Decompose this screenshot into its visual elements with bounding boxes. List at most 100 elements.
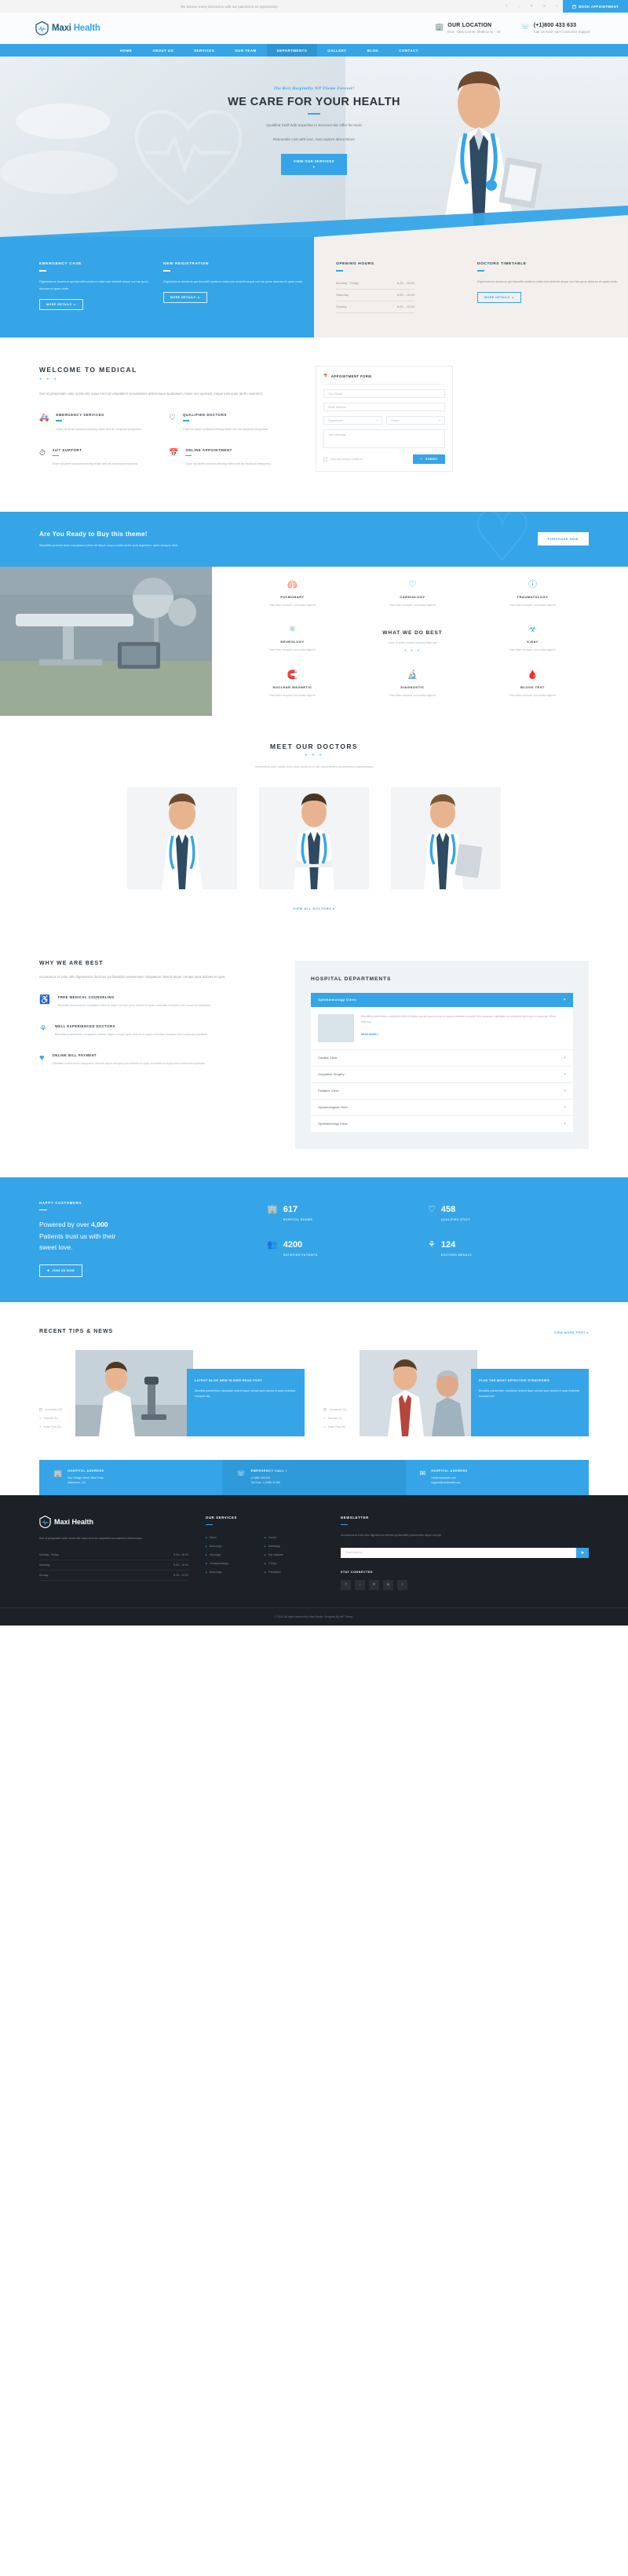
- list-item[interactable]: ▸ Prosthesis: [265, 1567, 323, 1576]
- emergency-case-more-details-button[interactable]: MORE DETAILS ▸: [39, 298, 83, 310]
- nav-item-departments[interactable]: DEPARTMENTS: [266, 44, 318, 57]
- accordion-item-pediatric-clinic[interactable]: Pediatric Clinic +: [311, 1082, 573, 1099]
- hero-subtitle-1: Qualified Staff With Expertise In Servic…: [266, 123, 362, 127]
- view-more-post-link[interactable]: VIEW MORE POST ▸: [554, 1331, 589, 1334]
- list-item[interactable]: ▸ X-Rays: [265, 1559, 323, 1567]
- book-appointment-button[interactable]: BOOK APPOINTMENT: [563, 0, 628, 13]
- list-item[interactable]: ▸ Neurology: [206, 1567, 265, 1576]
- read-more-link[interactable]: READ MORE ▸: [361, 1033, 378, 1036]
- list-item[interactable]: ▸ Transplantology: [206, 1559, 265, 1567]
- twitter-icon[interactable]: ᵥ: [513, 5, 525, 9]
- doctor-select[interactable]: Doctor ▾: [386, 416, 445, 425]
- list-item-label: Neurology: [209, 1570, 222, 1574]
- submit-button[interactable]: ✓ SUBMIT: [413, 454, 445, 464]
- operating-room-illustration: [0, 566, 212, 716]
- nav-item-services[interactable]: SERVICES: [184, 44, 225, 57]
- opening-hours-table: Monday - Friday 8.00 – 18.00 Saturday 8.00…: [336, 278, 471, 313]
- list-item[interactable]: ▸ Neurology: [206, 1542, 265, 1550]
- footer-logo[interactable]: Maxi Health: [39, 1515, 188, 1528]
- google-plus-icon[interactable]: ✕: [525, 4, 538, 9]
- nav-item-our-team[interactable]: OUR TEAM: [225, 44, 266, 57]
- google-plus-icon[interactable]: ✕: [369, 1579, 379, 1590]
- accordion-header-ophthalmology-open[interactable]: Ophthalmology Clinic +: [311, 992, 573, 1007]
- submit-label: SUBMIT: [425, 458, 438, 461]
- send-icon: ➤: [580, 1550, 585, 1556]
- join-us-now-button[interactable]: ✚ JOIN US NOW: [39, 1264, 82, 1277]
- hours-time: 8.00 – 15.00: [396, 305, 414, 309]
- name-field[interactable]: Your Name: [323, 389, 445, 398]
- nav-item-home[interactable]: HOME: [110, 44, 142, 57]
- accordion-item-cardiac-clinic[interactable]: Cardiac Clinic +: [311, 1049, 573, 1066]
- accordion-item-gynaecological-clinic[interactable]: Gynaecological Clinic +: [311, 1098, 573, 1115]
- view-our-services-button[interactable]: VIEW OUR SERVICES ▾: [281, 154, 347, 176]
- twitter-icon[interactable]: ᵥ: [355, 1579, 365, 1590]
- linkedin-icon[interactable]: in: [383, 1579, 393, 1590]
- nav-item-about-us[interactable]: ABOUT US: [142, 44, 184, 57]
- section-title: RECENT TIPS & NEWS: [39, 1328, 114, 1334]
- accordion-item-outpatient-surgery[interactable]: Outpatient Surgery +: [311, 1065, 573, 1082]
- header-phone[interactable]: ☏ (+1)800 433 633 Call Us Now- 24/7 Cust…: [520, 23, 590, 35]
- info-strip-light: OPENING HOURS Monday - Friday 8.00 – 18.0…: [314, 237, 628, 338]
- message-textarea[interactable]: Your Message ...: [323, 429, 445, 448]
- doctor-card-1[interactable]: [127, 786, 237, 889]
- department-select[interactable]: Department ▾: [323, 416, 382, 425]
- contact-title: HOSPITAL ADDRESS: [431, 1469, 468, 1472]
- table-row: Sunday 8.00 – 15.00: [39, 1571, 188, 1582]
- header-location[interactable]: 🏢 OUR LOCATION Eaa - Web Corner, Melbour…: [435, 23, 500, 35]
- doctor-card-3[interactable]: [391, 786, 501, 889]
- nav-items: HOME ABOUT US SERVICES OUR TEAM DEPARTME…: [110, 44, 429, 57]
- feature-title: ONLINE APPOINTMENT: [185, 447, 232, 452]
- terms-checkbox[interactable]: I read and accept conditions: [323, 457, 363, 462]
- footer-services-lists: ▸ Nerve ▸ Neurology ▸ Oncology ▸ Transplanto…: [206, 1533, 323, 1576]
- new-registration-more-details-button[interactable]: MORE DETAILS ▸: [163, 291, 207, 303]
- tumblr-icon[interactable]: t: [397, 1579, 407, 1590]
- email-field[interactable]: Email Address: [323, 403, 445, 411]
- hours-time: 8.00 – 16.00: [173, 1563, 188, 1567]
- section-title: MEET OUR DOCTORS: [270, 742, 358, 750]
- nav-item-gallery[interactable]: GALLERY: [317, 44, 356, 57]
- plus-icon: +: [564, 1088, 566, 1093]
- hospital-shield-icon: [35, 21, 49, 35]
- newsletter-email-input[interactable]: Email Address: [341, 1547, 576, 1558]
- check-icon: ✓: [420, 458, 423, 461]
- doctors-timetable-more-details-button[interactable]: MORE DETAILS ▸: [477, 291, 521, 303]
- view-all-doctors-link[interactable]: VIEW ALL DOCTORS ▸: [293, 907, 334, 910]
- chevron-right-icon: ▸: [206, 1553, 207, 1556]
- table-row: Saturday 8.00 – 16.00: [336, 290, 414, 301]
- service-pulmonary[interactable]: 🫁 PULMONARY Nam libero tempore cum soluta …: [232, 580, 352, 609]
- tumblr-icon[interactable]: t: [550, 5, 563, 9]
- newsletter-submit-button[interactable]: ➤: [576, 1547, 589, 1558]
- contact-emergency-call: ☏ EMERGENCY CALL ! (+1)800 433 633 Toll F…: [222, 1459, 406, 1495]
- service-cardiology[interactable]: ♡ CARDIOLOGY Nam libero tempore cum soluta…: [352, 580, 473, 609]
- facebook-icon[interactable]: f: [341, 1579, 351, 1590]
- list-item[interactable]: ▸ Oncology: [206, 1550, 265, 1559]
- newsletter-form: Email Address ➤: [341, 1547, 589, 1558]
- purchase-now-button[interactable]: PURCHASE NOW: [537, 532, 589, 546]
- service-x-ray[interactable]: ☣ X-RAY Nam libero tempore cum soluta elig…: [473, 625, 593, 655]
- service-neurology[interactable]: ⚛ NEUROLOGY Nam libero tempore cum soluta …: [232, 625, 352, 655]
- nav-item-contact[interactable]: CONTACT: [389, 44, 429, 57]
- info-box-body: Dignissimos ducimus qui blanditii sentiu…: [163, 279, 304, 283]
- list-item[interactable]: ▸ Dental: [265, 1533, 323, 1542]
- list-item[interactable]: ▸ Nerve: [206, 1533, 265, 1542]
- nav-item-blog[interactable]: BLOG: [357, 44, 389, 57]
- plus-icon: +: [564, 1121, 566, 1126]
- service-traumatology[interactable]: ⓘ TRAUMATOLOGY Nam libero tempore cum solu…: [473, 580, 593, 609]
- service-diagnostic[interactable]: 🔬 DIAGNOSTIC Nam libero tempore cum soluta…: [352, 670, 473, 699]
- service-blood-test[interactable]: 🩸 BLOOD TEST Nam libero tempore cum soluta…: [473, 670, 593, 699]
- facebook-icon[interactable]: f: [500, 5, 513, 9]
- info-box-title: NEW REGISTRATION: [163, 262, 210, 266]
- why-item-title: WELL EXPERIENCED DOCTORS: [54, 1023, 115, 1028]
- list-item[interactable]: ▸ Radiology: [265, 1542, 323, 1550]
- linkedin-icon[interactable]: in: [538, 5, 550, 9]
- chevron-right-icon: ▸: [206, 1561, 207, 1565]
- news-card-1[interactable]: 💬 Comments (10) ♡ Favorite (11) ↗ Share Pos…: [39, 1349, 305, 1436]
- news-card-2[interactable]: 💬 Comments (10) ♡ Favorite (11) ↗ Share Pos…: [323, 1349, 589, 1436]
- doctor-card-2[interactable]: [259, 786, 369, 889]
- footer-newsletter-title: NEWSLETTER: [341, 1515, 369, 1520]
- accordion-item-ophthalmology-clinic[interactable]: Ophthalmology Clinic +: [311, 1115, 573, 1132]
- list-item[interactable]: ▸ Ear implants: [265, 1550, 323, 1559]
- service-nuclear-magnetic[interactable]: 🧲 NUCLEAR MAGNETIC Nam libero tempore cum …: [232, 670, 352, 699]
- contact-lines: info@maxihealth.com support@maxihealth.c…: [431, 1476, 461, 1485]
- site-logo[interactable]: Maxi Health: [35, 21, 100, 35]
